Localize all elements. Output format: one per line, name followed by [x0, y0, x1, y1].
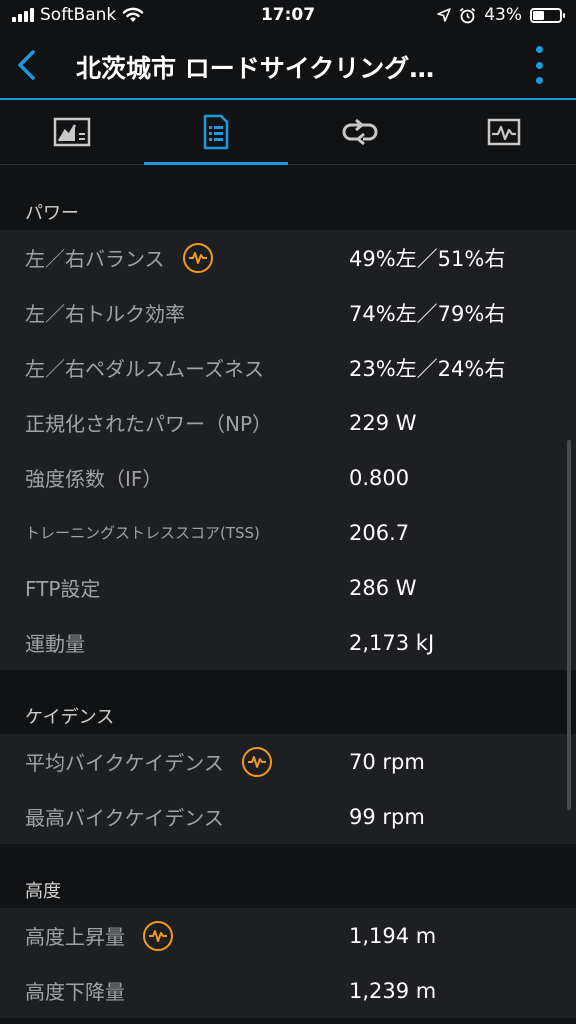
tab-graphs[interactable] [432, 100, 576, 164]
stat-label: 左／右バランス [25, 247, 165, 271]
tab-overview[interactable] [0, 100, 144, 164]
stat-label: トレーニングストレススコア(TSS) [25, 524, 260, 542]
section-header-elevation: 高度 [0, 844, 576, 908]
stat-label: FTP設定 [25, 577, 101, 601]
more-dot [535, 61, 543, 69]
back-button[interactable] [8, 45, 44, 85]
stat-value: 286 W [349, 575, 417, 600]
tab-laps[interactable] [288, 100, 432, 164]
stats-content[interactable]: パワー 左／右バランス 49%左／51%右 左／右トルク効率 74%左／79%右… [0, 166, 576, 1024]
activity-badge-icon[interactable] [241, 746, 272, 777]
section-power: 左／右バランス 49%左／51%右 左／右トルク効率 74%左／79%右 左／右… [0, 230, 576, 670]
stat-label: 強度係数（IF） [25, 467, 163, 491]
activity-badge-icon[interactable] [143, 920, 173, 951]
app-header: 北茨城市 ロードサイクリング… [0, 32, 576, 98]
chart-icon [53, 117, 91, 147]
chevron-left-icon [18, 50, 35, 80]
stat-row-lr-balance: 左／右バランス 49%左／51%右 [0, 230, 576, 285]
more-dot [535, 77, 543, 84]
stat-row-intensity-factor: 強度係数（IF） 0.800 [0, 450, 576, 505]
battery-level [533, 10, 545, 20]
section-cadence: 平均バイクケイデンス 70 rpm 最高バイクケイデンス 99 rpm [0, 734, 576, 844]
graph-icon [487, 118, 521, 146]
stat-row-tss: トレーニングストレススコア(TSS) 206.7 [0, 505, 576, 560]
repeat-laps-icon [342, 119, 378, 145]
more-dot [535, 46, 543, 53]
stat-value: 23%左／24%右 [349, 356, 506, 381]
stat-row-ftp: FTP設定 286 W [0, 560, 576, 615]
alarm-icon [460, 7, 476, 23]
stat-value: 99 rpm [349, 804, 425, 829]
stat-row-normalized-power: 正規化されたパワー（NP） 229 W [0, 395, 576, 450]
tab-stats[interactable] [144, 100, 288, 165]
stat-value: 1,194 m [349, 923, 437, 948]
stat-value: 1,239 m [349, 978, 437, 1003]
scrollbar[interactable] [567, 440, 571, 810]
stat-row-avg-cadence: 平均バイクケイデンス 70 rpm [0, 734, 576, 789]
stat-value: 49%左／51%右 [349, 246, 506, 271]
list-document-icon [203, 114, 229, 150]
location-arrow-icon [437, 8, 452, 22]
stat-value: 229 W [349, 410, 417, 435]
stat-value: 74%左／79%右 [349, 301, 506, 326]
activity-badge-icon[interactable] [182, 242, 213, 273]
section-elevation: 高度上昇量 1,194 m 高度下降量 1,239 m [0, 908, 576, 1018]
stat-value: 70 rpm [349, 749, 425, 774]
section-header-cadence: ケイデンス [0, 670, 576, 734]
stat-row-torque-effectiveness: 左／右トルク効率 74%左／79%右 [0, 285, 576, 340]
battery-icon [530, 7, 565, 23]
stat-label: 運動量 [25, 632, 85, 656]
more-options-button[interactable] [532, 46, 546, 84]
stat-row-work: 運動量 2,173 kJ [0, 615, 576, 670]
stat-label: 左／右トルク効率 [25, 302, 185, 326]
status-right: 43% [437, 5, 565, 25]
stat-row-max-cadence: 最高バイクケイデンス 99 rpm [0, 789, 576, 844]
stat-row-pedal-smoothness: 左／右ペダルスムーズネス 23%左／24%右 [0, 340, 576, 395]
stat-label: 高度上昇量 [25, 925, 125, 949]
stat-row-ascent: 高度上昇量 1,194 m [0, 908, 576, 963]
stat-label: 正規化されたパワー（NP） [25, 412, 273, 436]
stat-row-descent: 高度下降量 1,239 m [0, 963, 576, 1018]
stat-label: 最高バイクケイデンス [25, 806, 224, 830]
stat-label: 高度下降量 [25, 980, 125, 1004]
stat-label: 左／右ペダルスムーズネス [25, 357, 264, 381]
tab-bar [0, 100, 576, 165]
section-header-power: パワー [0, 166, 576, 230]
stat-label: 平均バイクケイデンス [25, 751, 224, 775]
stat-value: 0.800 [349, 465, 410, 490]
battery-percent: 43% [484, 5, 522, 25]
stat-value: 2,173 kJ [349, 630, 435, 655]
status-bar: SoftBank 17:07 43% [0, 0, 576, 32]
activity-title: 北茨城市 ロードサイクリング… [76, 54, 435, 83]
stat-value: 206.7 [349, 520, 410, 545]
